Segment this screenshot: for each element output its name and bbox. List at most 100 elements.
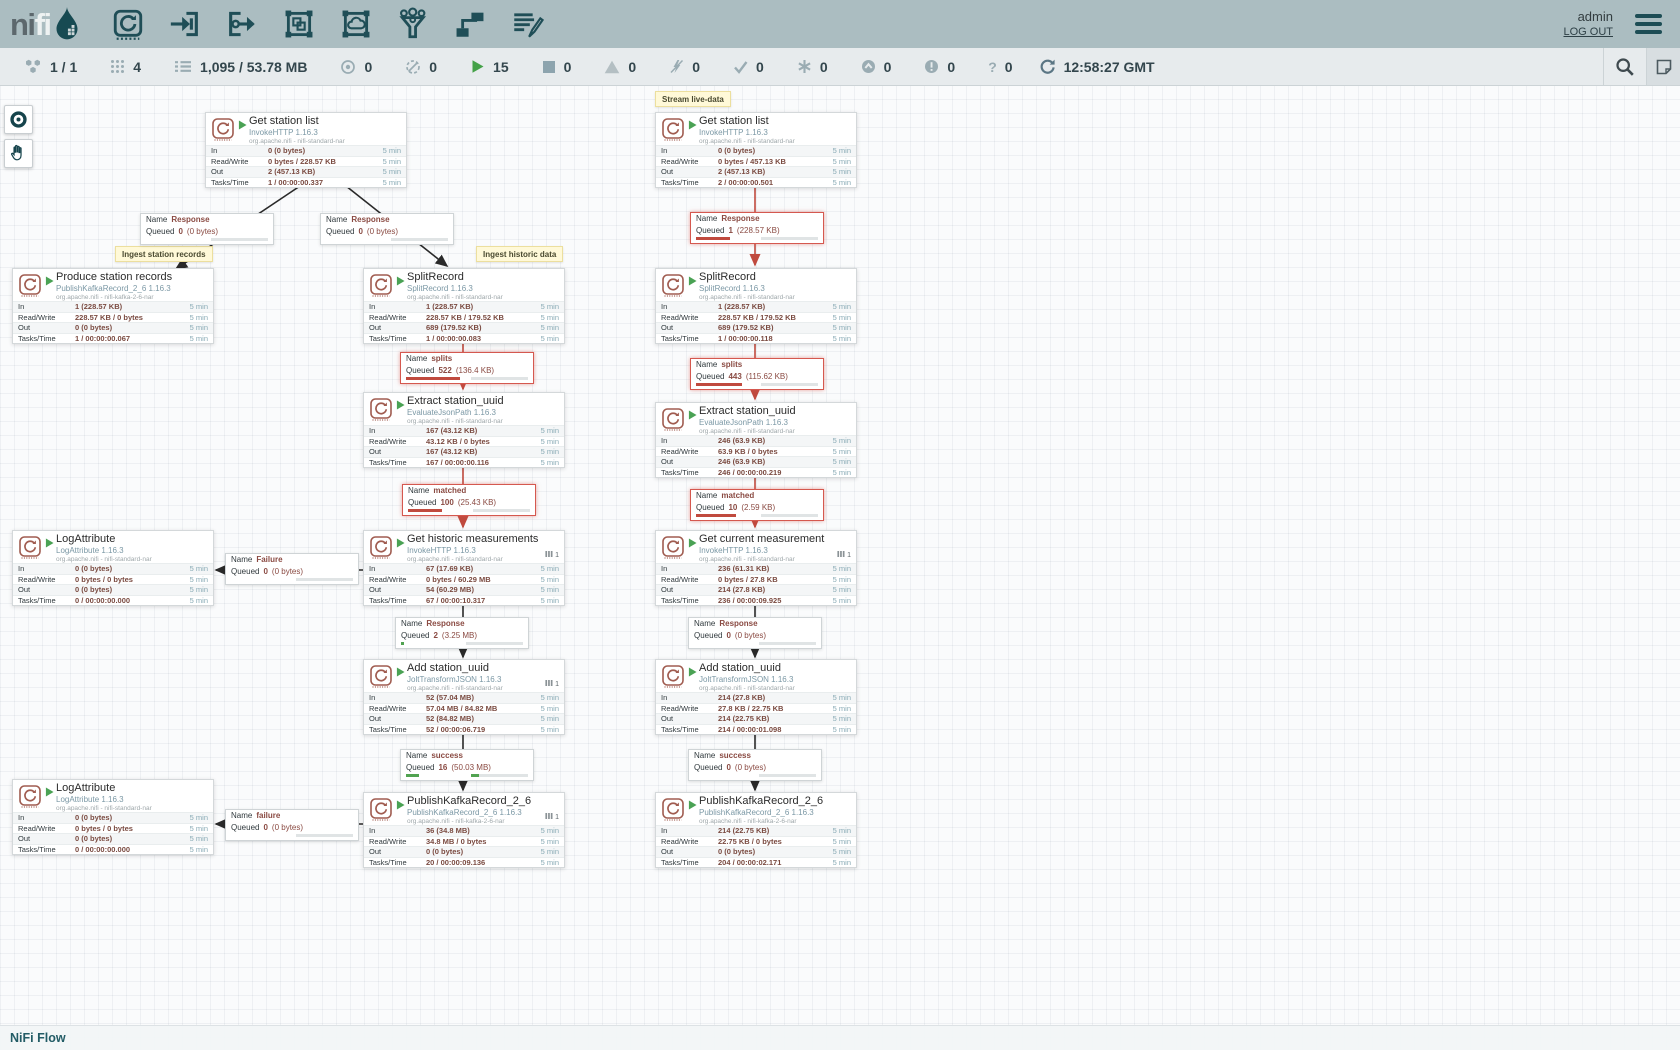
stat-row-tasks: Tasks/Time0 / 00:00:00.0005 min (13, 595, 213, 606)
threads-badge-icon (545, 812, 553, 822)
queue-q-response-right2[interactable]: NameResponse Queued0(0 bytes) (688, 617, 822, 649)
processor-extract-station-uuid-mid[interactable]: Extract station_uuid EvaluateJsonPath 1.… (363, 392, 565, 468)
active-threads-badge: 1 (545, 812, 559, 822)
threads-icon (110, 59, 125, 74)
processor-stamp-icon (369, 397, 393, 427)
stale-icon: ? (988, 60, 997, 74)
queue-count-bar (696, 383, 753, 386)
queue-size-bar (759, 642, 816, 645)
status-item-not-transmitting: 0 (405, 59, 437, 75)
processor-publish-kafka-mid[interactable]: PublishKafkaRecord_2_6 PublishKafkaRecor… (363, 792, 565, 868)
queue-q-response-mid2[interactable]: NameResponse Queued2(3.25 MB) (395, 617, 529, 649)
queue-q-failure-lower[interactable]: Namefailure Queued0(0 bytes) (225, 809, 359, 841)
processor-log-attribute-lower[interactable]: LogAttribute LogAttribute 1.16.3 org.apa… (12, 779, 214, 855)
stat-row-readwrite: Read/Write228.57 KB / 179.52 KB5 min (364, 312, 564, 323)
running-indicator-icon (688, 667, 697, 677)
queue-q-success-mid[interactable]: Namesuccess Queued16(50.03 MB) (400, 749, 534, 781)
queued-count: 443 (728, 372, 741, 381)
status-count: 0 (628, 59, 636, 75)
processor-name: Get station list (699, 115, 852, 127)
status-count: 0 (1005, 59, 1013, 75)
queued-size: (2.59 KB) (741, 503, 775, 512)
processor-extract-station-uuid-right[interactable]: Extract station_uuid EvaluateJsonPath 1.… (655, 402, 857, 478)
stat-row-in: In36 (34.8 MB)5 min (364, 825, 564, 836)
relationship-name: matched (433, 486, 466, 495)
status-count: 0 (564, 59, 572, 75)
stat-row-out: Out0 (0 bytes)5 min (656, 846, 856, 857)
queue-q-matched-mid[interactable]: Namematched Queued100(25.43 KB) (402, 484, 536, 516)
stat-row-out: Out0 (0 bytes)5 min (364, 846, 564, 857)
processor-type: LogAttribute 1.16.3 (56, 795, 209, 804)
queued-count: 2 (433, 631, 437, 640)
processor-add-station-uuid-mid[interactable]: Add station_uuid JoltTransformJSON 1.16.… (363, 659, 565, 735)
running-indicator-icon (238, 120, 247, 130)
status-count: 0 (364, 59, 372, 75)
queued-count: 100 (440, 498, 453, 507)
processor-get-current-measurement[interactable]: Get current measurement InvokeHTTP 1.16.… (655, 530, 857, 606)
processor-name: LogAttribute (56, 782, 209, 794)
queue-q-response-right1[interactable]: NameResponse Queued1(228.57 KB) (690, 212, 824, 244)
queue-q-response-left1[interactable]: NameResponse Queued0(0 bytes) (140, 213, 274, 245)
search-button[interactable] (1603, 48, 1646, 85)
processor-type: InvokeHTTP 1.16.3 (407, 546, 560, 555)
queue-q-matched-right[interactable]: Namematched Queued10(2.59 KB) (690, 489, 824, 521)
queue-q-success-right[interactable]: Namesuccess Queued0(0 bytes) (688, 749, 822, 781)
logo-text-fi: fi (35, 7, 51, 42)
processor-add-station-uuid-right[interactable]: Add station_uuid JoltTransformJSON 1.16.… (655, 659, 857, 735)
breadcrumb-nifi-flow[interactable]: NiFi Flow (10, 1031, 66, 1045)
label-icon[interactable] (510, 7, 544, 41)
processor-type: PublishKafkaRecord_2_6 1.16.3 (407, 808, 560, 817)
queue-q-response-left2[interactable]: NameResponse Queued0(0 bytes) (320, 213, 454, 245)
queue-count-bar (326, 238, 383, 241)
queue-count-bar (231, 578, 288, 581)
processor-stamp-icon (369, 273, 393, 303)
processor-publish-kafka-right[interactable]: PublishKafkaRecord_2_6 PublishKafkaRecor… (655, 792, 857, 868)
logout-link[interactable]: LOG OUT (1563, 25, 1613, 40)
funnel-icon[interactable] (396, 7, 430, 41)
stat-row-tasks: Tasks/Time20 / 00:00:09.1365 min (364, 857, 564, 868)
processor-bundle: org.apache.nifi - nifi-standard-nar (699, 556, 852, 563)
process-group-icon[interactable] (282, 7, 316, 41)
queue-count-bar (696, 237, 753, 240)
queue-size-bar (211, 238, 268, 241)
queue-q-splits-right[interactable]: Namesplits Queued443(115.62 KB) (690, 358, 824, 390)
input-port-icon[interactable] (168, 7, 202, 41)
flow-canvas[interactable]: Stream live-data Ingest station records In… (0, 85, 1680, 1050)
queued-count: 0 (726, 763, 730, 772)
template-icon[interactable] (453, 7, 487, 41)
queued-icon (174, 59, 192, 74)
operate-palette-button[interactable] (4, 139, 33, 168)
global-menu-icon[interactable] (1635, 10, 1662, 38)
processor-produce-station-records[interactable]: Produce station records PublishKafkaReco… (12, 268, 214, 344)
remote-process-group-icon[interactable] (339, 7, 373, 41)
stat-row-out: Out689 (179.52 KB)5 min (656, 322, 856, 333)
navigate-palette-button[interactable] (4, 105, 33, 134)
processor-stamp-icon (661, 797, 685, 827)
queue-q-splits-mid[interactable]: Namesplits Queued522(136.4 KB) (400, 352, 534, 384)
panel-toggle-button[interactable] (1646, 48, 1680, 85)
stat-row-out: Out167 (43.12 KB)5 min (364, 446, 564, 457)
processor-stamp-icon (18, 273, 42, 303)
processor-split-record-mid[interactable]: SplitRecord SplitRecord 1.16.3 org.apach… (363, 268, 565, 344)
processor-type: LogAttribute 1.16.3 (56, 546, 209, 555)
canvas-label[interactable]: Ingest historic data (476, 246, 563, 262)
processor-type: SplitRecord 1.16.3 (407, 284, 560, 293)
processor-log-attribute-upper[interactable]: LogAttribute LogAttribute 1.16.3 org.apa… (12, 530, 214, 606)
processor-get-station-list-right[interactable]: Get station list InvokeHTTP 1.16.3 org.a… (655, 112, 857, 188)
output-port-icon[interactable] (225, 7, 259, 41)
processor-get-historic-measurements[interactable]: Get historic measurements InvokeHTTP 1.1… (363, 530, 565, 606)
stat-row-tasks: Tasks/Time1 / 00:00:00.1185 min (656, 333, 856, 344)
stat-row-tasks: Tasks/Time1 / 00:00:00.0835 min (364, 333, 564, 344)
stat-row-in: In0 (0 bytes)5 min (206, 145, 406, 156)
processor-icon[interactable] (111, 7, 145, 41)
processor-bundle: org.apache.nifi - nifi-standard-nar (249, 138, 402, 145)
stat-row-out: Out52 (84.82 MB)5 min (364, 713, 564, 724)
active-threads-badge: 1 (545, 550, 559, 560)
processor-get-station-list-left[interactable]: Get station list InvokeHTTP 1.16.3 org.a… (205, 112, 407, 188)
canvas-label[interactable]: Stream live-data (655, 91, 731, 107)
queue-size-bar (759, 774, 816, 777)
queue-q-failure-upper[interactable]: NameFailure Queued0(0 bytes) (225, 553, 359, 585)
processor-split-record-right[interactable]: SplitRecord SplitRecord 1.16.3 org.apach… (655, 268, 857, 344)
refresh-icon[interactable] (1039, 58, 1056, 75)
canvas-label[interactable]: Ingest station records (115, 246, 213, 262)
